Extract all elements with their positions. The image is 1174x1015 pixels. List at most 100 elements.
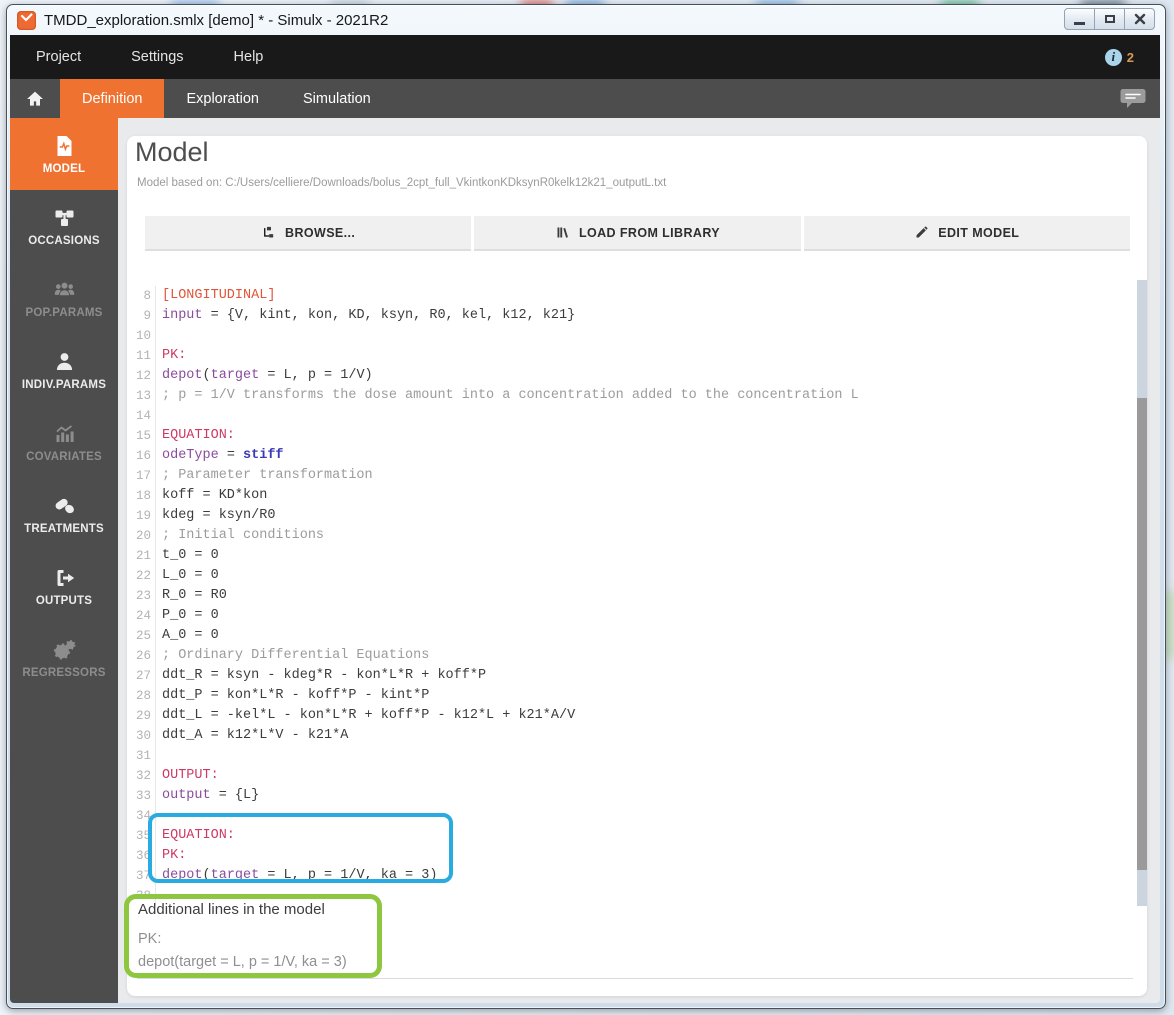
code-line-12: 12 depot(target = L, p = 1/V) bbox=[127, 366, 1132, 386]
code-text: EQUATION: bbox=[162, 428, 235, 443]
menu-item-project[interactable]: Project bbox=[36, 49, 81, 65]
tab-exploration[interactable]: Exploration bbox=[164, 79, 281, 118]
code-line-35: 35 EQUATION: bbox=[127, 826, 1132, 846]
model-source-path: Model based on: C:/Users/celliere/Downlo… bbox=[137, 177, 667, 189]
sidebar-item-label: OUTPUTS bbox=[35, 594, 93, 607]
editor-scrollbar-track[interactable] bbox=[1137, 280, 1147, 906]
code-line-26: 26 ; Ordinary Differential Equations bbox=[127, 646, 1132, 666]
minimize-button[interactable] bbox=[1064, 8, 1095, 30]
load-from-library-button[interactable]: LOAD FROM LIBRARY bbox=[474, 216, 801, 251]
code-line-37: 37 depot(target = L, p = 1/V, ka = 3) bbox=[127, 866, 1132, 886]
code-text: ddt_L = -kel*L - kon*L*R + koff*P - k12*… bbox=[162, 708, 576, 723]
line-number: 15 bbox=[127, 426, 156, 446]
line-number: 31 bbox=[127, 746, 156, 766]
sidebar-item-covariates[interactable]: COVARIATES bbox=[10, 406, 118, 478]
code-text: PK: bbox=[162, 848, 187, 863]
code-line-25: 25 A_0 = 0 bbox=[127, 626, 1132, 646]
code-text: ddt_A = k12*L*V - k21*A bbox=[162, 728, 349, 743]
content-area: MODEL OCCASIONS POP.PARAMS INDIV.PARAMS COVA… bbox=[10, 118, 1160, 1003]
code-editor[interactable]: 8 [LONGITUDINAL] 9 input = {V, kint, kon, K… bbox=[127, 286, 1132, 906]
outputs-icon bbox=[51, 566, 78, 590]
line-number: 27 bbox=[127, 666, 156, 686]
browse-icon bbox=[261, 225, 276, 240]
menu-right: 2 bbox=[1104, 48, 1134, 66]
section-divider bbox=[137, 978, 1133, 979]
code-text: R_0 = R0 bbox=[162, 588, 227, 603]
tab-home[interactable] bbox=[10, 79, 60, 118]
menu-item-settings[interactable]: Settings bbox=[131, 49, 183, 65]
code-text: ; p = 1/V transforms the dose amount int… bbox=[162, 388, 859, 403]
code-line-31: 31 bbox=[127, 746, 1132, 766]
code-line-28: 28 ddt_P = kon*L*R - koff*P - kint*P bbox=[127, 686, 1132, 706]
code-line-27: 27 ddt_R = ksyn - kdeg*R - kon*L*R + koff… bbox=[127, 666, 1132, 686]
line-number: 22 bbox=[127, 566, 156, 586]
regressors-icon bbox=[51, 638, 78, 662]
line-number: 23 bbox=[127, 586, 156, 606]
notification-count: 2 bbox=[1126, 49, 1134, 65]
line-number: 36 bbox=[127, 846, 156, 866]
menu-item-help[interactable]: Help bbox=[234, 49, 264, 65]
sidebar-item-label: COVARIATES bbox=[26, 450, 102, 463]
code-line-34: 34 bbox=[127, 806, 1132, 826]
line-number: 19 bbox=[127, 506, 156, 526]
code-line-8: 8 [LONGITUDINAL] bbox=[127, 286, 1132, 306]
code-line-17: 17 ; Parameter transformation bbox=[127, 466, 1132, 486]
additional-line: depot(target = L, p = 1/V, ka = 3) bbox=[138, 954, 347, 970]
sidebar-item-pop-params[interactable]: POP.PARAMS bbox=[10, 262, 118, 334]
code-line-23: 23 R_0 = R0 bbox=[127, 586, 1132, 606]
sidebar-item-indiv-params[interactable]: INDIV.PARAMS bbox=[10, 334, 118, 406]
sidebar-item-label: INDIV.PARAMS bbox=[21, 378, 107, 391]
titlebar[interactable]: TMDD_exploration.smlx [demo] * - Simulx … bbox=[7, 5, 1165, 35]
library-icon bbox=[555, 225, 570, 240]
app-body: Project Settings Help 2 DefinitionExplorat… bbox=[10, 35, 1160, 1003]
button-label: EDIT MODEL bbox=[938, 225, 1020, 240]
code-text: koff = KD*kon bbox=[162, 488, 268, 503]
code-line-11: 11 PK: bbox=[127, 346, 1132, 366]
code-text: ; Initial conditions bbox=[162, 528, 325, 543]
code-text: kdeg = ksyn/R0 bbox=[162, 508, 276, 523]
sidebar-item-treatments[interactable]: TREATMENTS bbox=[10, 478, 118, 550]
model-icon bbox=[51, 134, 78, 158]
sidebar-item-occasions[interactable]: OCCASIONS bbox=[10, 190, 118, 262]
sidebar-item-regressors[interactable]: REGRESSORS bbox=[10, 622, 118, 694]
line-number: 11 bbox=[127, 346, 156, 366]
code-line-30: 30 ddt_A = k12*L*V - k21*A bbox=[127, 726, 1132, 746]
line-number: 29 bbox=[127, 706, 156, 726]
sidebar-item-label: OCCASIONS bbox=[28, 234, 100, 247]
page-title: Model bbox=[135, 137, 209, 167]
button-label: LOAD FROM LIBRARY bbox=[578, 225, 721, 240]
sidebar-item-label: POP.PARAMS bbox=[25, 306, 103, 319]
simulx-app-icon bbox=[17, 10, 36, 30]
tab-simulation[interactable]: Simulation bbox=[281, 79, 393, 118]
treatments-icon bbox=[51, 494, 78, 518]
edit-model-button[interactable]: EDIT MODEL bbox=[803, 216, 1130, 251]
chat-icon[interactable] bbox=[1120, 88, 1146, 109]
code-line-24: 24 P_0 = 0 bbox=[127, 606, 1132, 626]
line-number: 35 bbox=[127, 826, 156, 846]
code-text: EQUATION: bbox=[162, 828, 235, 843]
browse-button[interactable]: BROWSE... bbox=[145, 216, 472, 251]
menu-items: Project Settings Help bbox=[36, 49, 313, 65]
window-controls bbox=[1064, 8, 1155, 30]
code-text: [LONGITUDINAL] bbox=[162, 288, 276, 303]
maximize-button[interactable] bbox=[1094, 8, 1125, 30]
line-number: 37 bbox=[127, 866, 156, 886]
close-button[interactable] bbox=[1124, 8, 1155, 30]
code-text: A_0 = 0 bbox=[162, 628, 219, 643]
code-line-19: 19 kdeg = ksyn/R0 bbox=[127, 506, 1132, 526]
editor-scrollbar-thumb[interactable] bbox=[1137, 398, 1147, 870]
code-line-32: 32 OUTPUT: bbox=[127, 766, 1132, 786]
tab-definition[interactable]: Definition bbox=[60, 79, 165, 118]
line-number: 12 bbox=[127, 366, 156, 386]
info-icon[interactable] bbox=[1104, 48, 1122, 66]
application-window: TMDD_exploration.smlx [demo] * - Simulx … bbox=[6, 4, 1166, 1009]
sidebar-item-model[interactable]: MODEL bbox=[10, 118, 118, 190]
sidebar-item-outputs[interactable]: OUTPUTS bbox=[10, 550, 118, 622]
code-text: ddt_P = kon*L*R - koff*P - kint*P bbox=[162, 688, 430, 703]
main-panel: Model Model based on: C:/Users/celliere/… bbox=[118, 118, 1160, 1003]
pop-params-icon bbox=[51, 278, 78, 302]
code-text: ddt_R = ksyn - kdeg*R - kon*L*R + koff*P bbox=[162, 668, 487, 683]
sidebar-item-label: REGRESSORS bbox=[22, 666, 106, 679]
